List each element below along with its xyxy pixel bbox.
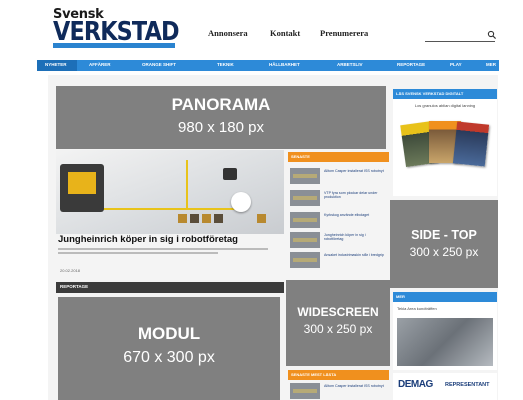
- list-item[interactable]: Alltom Casper installerat ISS robotnyt: [290, 166, 388, 186]
- crate: [214, 214, 223, 223]
- floor-marking: [186, 160, 188, 210]
- news-title: Alltom Casper installerat ISS robotnyt: [324, 384, 384, 388]
- list-item[interactable]: VTP fyra som plockar delar under produkt…: [290, 188, 388, 208]
- most-read-header-label: SENASTE MEST LÄSTA: [291, 372, 337, 377]
- floor-marking: [96, 208, 246, 210]
- demag-brand: DEMAG: [398, 379, 433, 390]
- news-column-header: SENASTE: [288, 152, 389, 162]
- digital-edition-header: LÄS SVENSK VERKSTAD DIGITALT: [393, 89, 497, 99]
- news-title: VTP fyra som plockar delar under produkt…: [324, 191, 378, 200]
- side-card[interactable]: Tekla Area kundträffen: [393, 302, 497, 370]
- article-teaser: [58, 248, 278, 258]
- search-icon[interactable]: [487, 30, 497, 40]
- ad-modul[interactable]: MODUL 670 x 300 px: [58, 297, 280, 400]
- list-item[interactable]: Ansaket industrimaskin står i bredgrip: [290, 250, 388, 270]
- ad-side-top-size: 300 x 250 px: [409, 245, 479, 259]
- main-navigation-bar: NYHETER AFFÄRER ORANGE SHIFT TEKNIK HÅLL…: [37, 60, 499, 71]
- nav-item-mer[interactable]: MER: [486, 62, 496, 67]
- mobile-robot: [231, 192, 251, 212]
- forklift-panel: [68, 172, 96, 194]
- digital-edition-caption: Los granulos ablian digital lanning: [414, 103, 476, 108]
- section-bar[interactable]: REPORTAGE: [56, 282, 284, 293]
- demag-banner[interactable]: DEMAG REPRESENTANT: [393, 373, 497, 400]
- article-date: 20.02.2018: [60, 268, 81, 273]
- nav-item-play[interactable]: PLAY: [450, 62, 462, 67]
- news-title: Kyrkskog använde elbolaget: [324, 213, 370, 217]
- crate: [202, 214, 211, 223]
- topnav-annonsera[interactable]: Annonsera: [208, 28, 248, 38]
- list-item[interactable]: Kyrkskog använde elbolaget: [290, 210, 388, 230]
- magazine-cover: [452, 121, 490, 167]
- hero-article-image[interactable]: [56, 150, 284, 234]
- ad-side-top-name: SIDE - TOP: [411, 228, 477, 242]
- ad-widescreen-size: 300 x 250 px: [303, 322, 373, 336]
- crate: [190, 214, 199, 223]
- site-logo[interactable]: Svensk VERKSTAD: [53, 7, 181, 49]
- demag-tagline: REPRESENTANT: [445, 382, 490, 388]
- ad-widescreen-name: WIDESCREEN: [297, 305, 379, 319]
- section-bar-label: REPORTAGE: [60, 284, 89, 289]
- nav-item-affarer[interactable]: AFFÄRER: [89, 62, 111, 67]
- side-card-image: [397, 318, 493, 366]
- news-title: Ansaket industrimaskin står i bredgrip: [324, 253, 384, 257]
- side-card-caption: Tekla Area kundträffen: [397, 306, 437, 311]
- list-item[interactable]: Alltom Casper installerat ISS robotnyt: [290, 381, 388, 400]
- nav-item-orange-shift[interactable]: ORANGE SHIFT: [142, 62, 176, 67]
- side-card-header: MER: [393, 292, 497, 302]
- crate: [257, 214, 266, 223]
- nav-item-nyheter[interactable]: NYHETER: [45, 62, 67, 67]
- digital-edition-card[interactable]: Los granulos ablian digital lanning: [393, 99, 497, 196]
- nav-item-hallbarhet[interactable]: HÅLLBARHET: [269, 62, 300, 67]
- robot-unit: [223, 168, 237, 180]
- news-thumbnail: [290, 190, 320, 206]
- topnav-kontakt[interactable]: Kontakt: [270, 28, 300, 38]
- news-column-header-label: SENASTE: [291, 154, 310, 159]
- nav-item-arbetsliv[interactable]: ARBETSLIV: [337, 62, 363, 67]
- topnav-prenumerera[interactable]: Prenumerera: [320, 28, 368, 38]
- digital-edition-header-label: LÄS SVENSK VERKSTAD DIGITALT: [396, 91, 464, 96]
- news-thumbnail: [290, 383, 320, 399]
- news-thumbnail: [290, 232, 320, 248]
- crate: [178, 214, 187, 223]
- nav-item-teknik[interactable]: TEKNIK: [217, 62, 234, 67]
- ad-modul-size: 670 x 300 px: [123, 349, 215, 366]
- nav-item-reportage[interactable]: REPORTAGE: [397, 62, 425, 67]
- ad-modul-name: MODUL: [137, 324, 201, 343]
- ad-widescreen[interactable]: WIDESCREEN 300 x 250 px: [286, 280, 390, 366]
- news-thumbnail: [290, 168, 320, 184]
- news-thumbnail: [290, 252, 320, 268]
- ad-panorama[interactable]: PANORAMA 980 x 180 px: [56, 86, 386, 149]
- news-title: Alltom Casper installerat ISS robotnyt: [324, 169, 384, 173]
- article-headline[interactable]: Jungheinrich köper in sig i robotföretag: [58, 234, 284, 245]
- list-item[interactable]: Jungheinrich köper in sig i robotföretag: [290, 230, 388, 250]
- ad-panorama-name: PANORAMA: [171, 95, 271, 114]
- ad-side-top[interactable]: SIDE - TOP 300 x 250 px: [390, 200, 498, 288]
- logo-underline: [53, 43, 175, 48]
- side-card-header-label: MER: [396, 294, 405, 299]
- ad-panorama-size: 980 x 180 px: [178, 119, 264, 136]
- news-title: Jungheinrich köper in sig i robotföretag: [324, 233, 366, 242]
- most-read-header: SENASTE MEST LÄSTA: [288, 370, 389, 380]
- news-thumbnail: [290, 212, 320, 228]
- search-input[interactable]: [425, 41, 495, 42]
